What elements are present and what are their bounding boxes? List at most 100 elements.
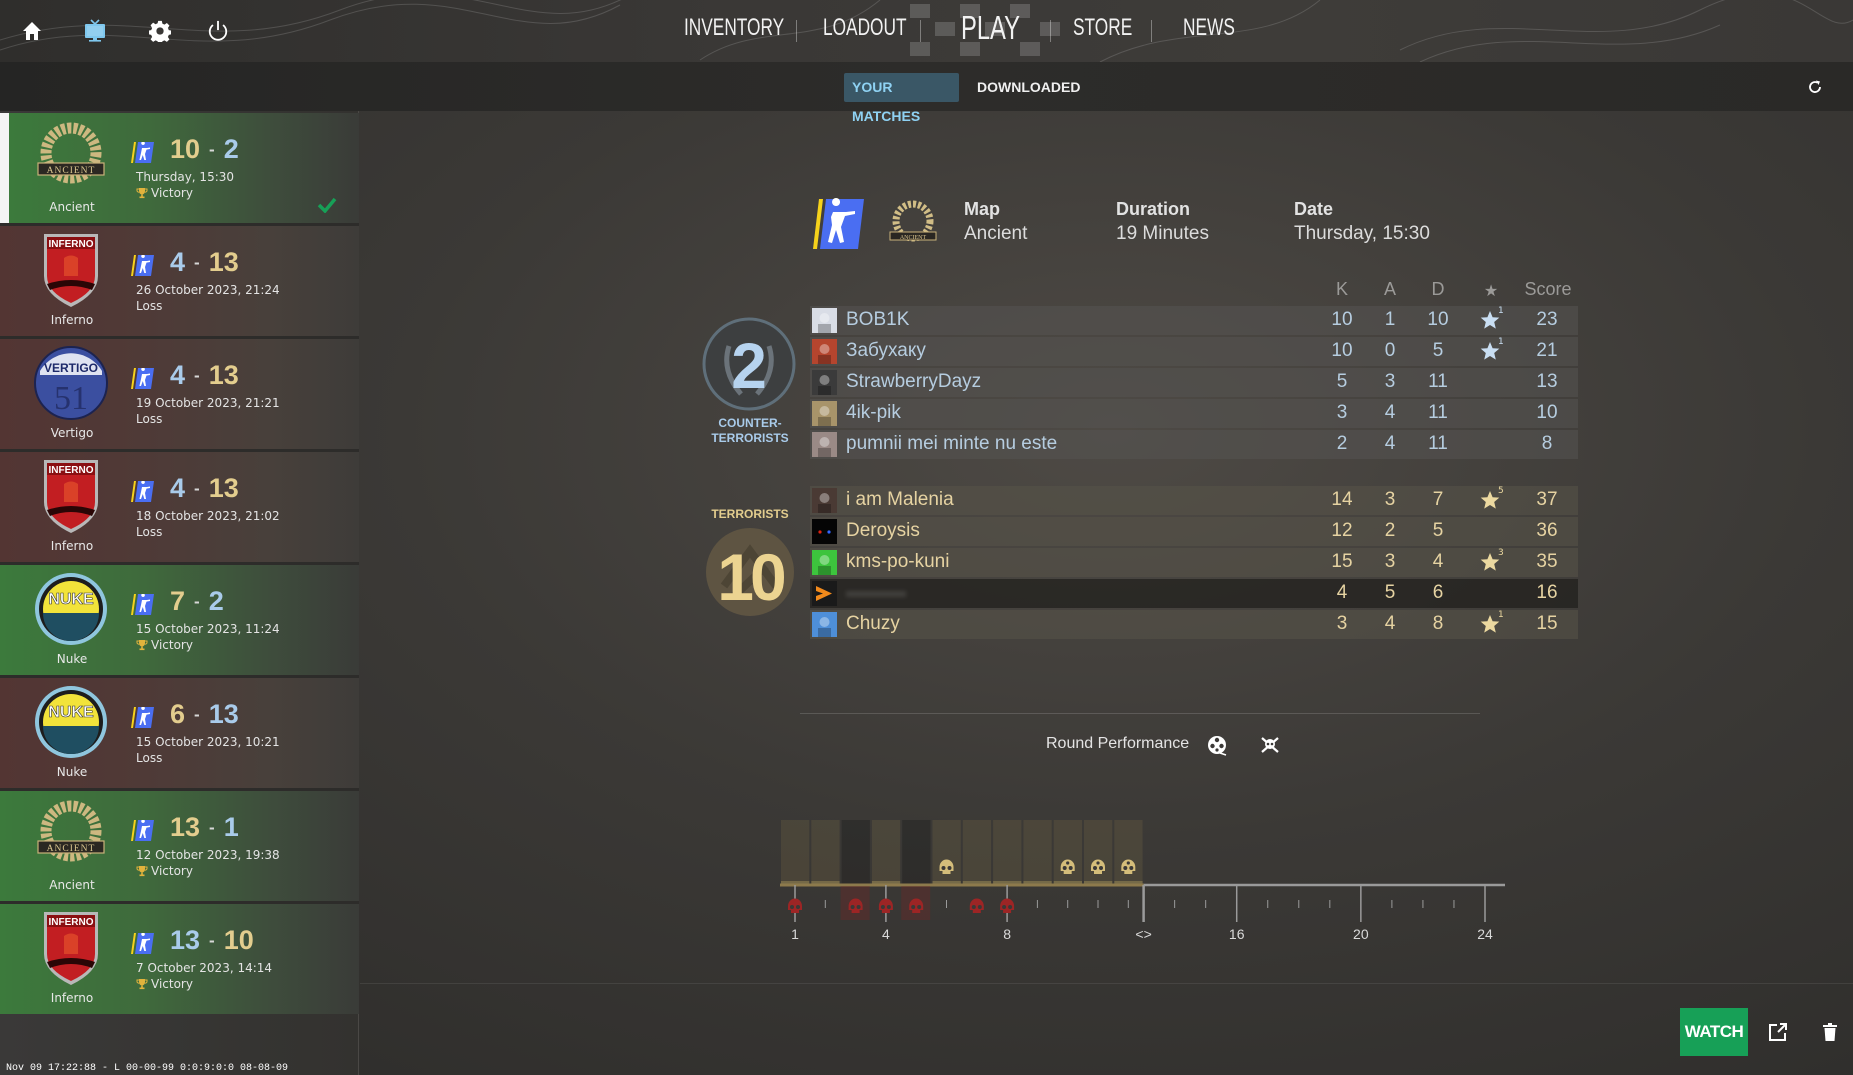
debug-overlay-text: Nov 09 17:22:88 - L 00-00-99 0:0:9:0:0 0… — [6, 1063, 289, 1074]
player-assists: 4 — [1384, 613, 1396, 634]
competitive-mode-icon — [131, 142, 154, 163]
match-result: Loss — [136, 299, 162, 313]
player-deaths: 4 — [1432, 551, 1444, 572]
player-row[interactable]: i am Malenia 14 3 7 5 37 — [810, 486, 1578, 515]
round-performance-deaths-button[interactable] — [1259, 734, 1281, 756]
player-name[interactable]: Deroysis — [846, 520, 920, 542]
tab-your-matches[interactable]: YOUR MATCHES — [844, 73, 959, 124]
match-list-item[interactable]: INFERNO Inferno 4-13 26 October 2023, 21:… — [0, 226, 359, 336]
nav-play[interactable]: PLAY — [961, 9, 1020, 47]
round-column — [902, 820, 931, 885]
player-score: 21 — [1536, 340, 1558, 361]
match-score-right: 13 — [208, 699, 239, 729]
match-map-name: Nuke — [56, 765, 88, 779]
player-avatar — [812, 519, 837, 544]
match-list-item[interactable]: INFERNO Inferno 4-13 18 October 2023, 21:… — [0, 452, 359, 562]
player-kills: 2 — [1336, 433, 1348, 454]
player-row[interactable]: StrawberryDayz 5 3 11 13 — [810, 368, 1578, 397]
player-avatar — [812, 401, 837, 426]
match-score-left: 7 — [170, 586, 186, 616]
tab-downloaded[interactable]: DOWNLOADED — [969, 73, 1088, 102]
player-row[interactable]: Забухаку 10 0 5 1 21 — [810, 337, 1578, 366]
score-dash: - — [194, 705, 200, 724]
player-name[interactable]: Забухаку — [846, 340, 926, 362]
open-external-button[interactable] — [1766, 1020, 1790, 1044]
duration-info: Duration 19 Minutes — [1116, 199, 1209, 245]
match-list: ANCIENT Ancient 10-2 Thursday, 15:30 Vict… — [0, 111, 359, 1075]
match-score: 7-2 — [170, 586, 224, 617]
player-deaths: 8 — [1432, 613, 1444, 634]
player-row[interactable]: pumnii mei minte nu este 2 4 11 8 — [810, 430, 1578, 459]
player-row[interactable]: kms-po-kuni 15 3 4 3 35 — [810, 548, 1578, 577]
competitive-mode-icon — [131, 933, 154, 954]
player-name[interactable]: kms-po-kuni — [846, 551, 949, 573]
home-button[interactable] — [17, 16, 47, 46]
match-list-item[interactable]: NUKE Nuke 7-2 15 October 2023, 11:24 Vict… — [0, 565, 359, 675]
duration-label: Duration — [1116, 199, 1190, 219]
axis-tick-label: 8 — [1003, 926, 1011, 942]
player-row[interactable]: 4 5 6 16 — [810, 579, 1578, 608]
redacted-player-name — [846, 591, 906, 597]
match-result: Loss — [136, 412, 162, 426]
nav-separator — [1050, 20, 1051, 42]
player-kills: 4 — [1336, 582, 1348, 603]
date-label: Date — [1294, 199, 1334, 219]
watch-button[interactable] — [80, 16, 110, 46]
watch-button[interactable]: WATCH — [1680, 1008, 1748, 1056]
competitive-mode-icon — [813, 198, 864, 249]
match-date: Thursday, 15:30 — [136, 170, 235, 184]
match-score-left: 13 — [170, 925, 201, 955]
player-assists: 1 — [1384, 309, 1396, 330]
round-performance-highlights-button[interactable] — [1206, 734, 1228, 756]
match-map-name: Vertigo — [50, 426, 94, 440]
player-row[interactable]: Deroysis 12 2 5 36 — [810, 517, 1578, 546]
match-list-item[interactable]: VERTIGO 51 Vertigo 4-13 19 October 2023, … — [0, 339, 359, 449]
ct-label-line1: COUNTER- — [718, 416, 782, 430]
match-map-name: Ancient — [49, 878, 95, 892]
death-skull-icon — [878, 898, 893, 913]
player-name[interactable]: Chuzy — [846, 613, 900, 635]
quit-button[interactable] — [203, 16, 233, 46]
svg-text:INFERNO: INFERNO — [49, 239, 94, 250]
player-name[interactable]: BOB1K — [846, 309, 909, 331]
match-date: 15 October 2023, 11:24 — [136, 622, 280, 636]
player-row[interactable]: Chuzy 3 4 8 1 15 — [810, 610, 1578, 639]
player-name[interactable]: pumnii mei minte nu este — [846, 433, 1057, 455]
match-list-item[interactable]: NUKE Nuke 6-13 15 October 2023, 10:21 Loss — [0, 678, 359, 788]
star-icon — [1480, 615, 1500, 633]
ct-score: 2 — [731, 330, 767, 402]
mvp-star: 5 — [1480, 486, 1506, 512]
nav-loadout[interactable]: LOADOUT — [823, 14, 907, 42]
mvp-star: 3 — [1480, 548, 1506, 574]
player-assists: 2 — [1384, 520, 1396, 541]
match-map-name: Ancient — [49, 200, 95, 214]
nav-inventory[interactable]: INVENTORY — [684, 14, 784, 42]
axis-tick-label[interactable]: <> — [1135, 926, 1151, 942]
nav-news[interactable]: NEWS — [1183, 14, 1235, 42]
score-dash: - — [209, 931, 215, 950]
player-score: 23 — [1536, 309, 1558, 330]
nav-store[interactable]: STORE — [1073, 14, 1132, 42]
player-name[interactable]: 4ik-pik — [846, 402, 901, 424]
player-row[interactable]: 4ik-pik 3 4 11 10 — [810, 399, 1578, 428]
refresh-button[interactable] — [1802, 74, 1828, 100]
match-date: 19 October 2023, 21:21 — [136, 396, 280, 410]
match-list-item[interactable]: ANCIENT Ancient 10-2 Thursday, 15:30 Vict… — [0, 113, 359, 223]
round-column — [993, 820, 1022, 885]
match-map-name: Inferno — [50, 313, 94, 327]
nav-separator — [796, 20, 797, 42]
match-list-item[interactable]: INFERNO Inferno 13-10 7 October 2023, 14:… — [0, 904, 359, 1014]
settings-button[interactable] — [145, 16, 175, 46]
match-score-right: 13 — [208, 473, 239, 503]
match-list-item[interactable]: ANCIENT Ancient 13-1 12 October 2023, 19:… — [0, 791, 359, 901]
match-score: 4-13 — [170, 247, 239, 278]
player-deaths: 10 — [1427, 309, 1449, 330]
player-row[interactable]: BOB1K 10 1 10 1 23 — [810, 306, 1578, 335]
delete-button[interactable] — [1818, 1020, 1842, 1044]
player-name[interactable]: StrawberryDayz — [846, 371, 981, 393]
mvp-star: 1 — [1480, 306, 1506, 332]
player-name[interactable]: i am Malenia — [846, 489, 954, 511]
player-deaths: 5 — [1432, 520, 1444, 541]
ct-team-emblem: 2 — [702, 317, 796, 411]
player-kills: 15 — [1331, 551, 1353, 572]
